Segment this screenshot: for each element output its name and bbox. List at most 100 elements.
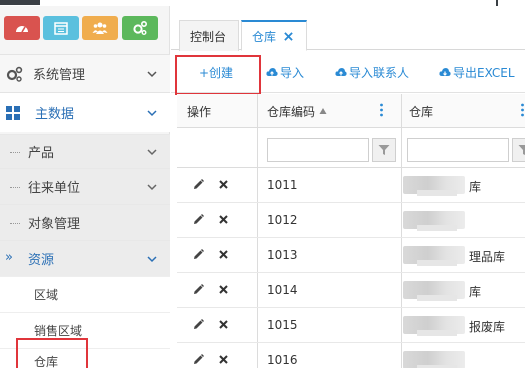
shortcut-cogs-button[interactable]	[122, 16, 158, 40]
tree-line	[10, 186, 20, 188]
filter-icon	[378, 145, 390, 155]
redacted-text	[417, 225, 457, 231]
chevron-down-icon	[147, 70, 157, 77]
tab-warehouse-label: 仓库	[252, 29, 277, 44]
nav-partners[interactable]: 往来单位	[0, 168, 170, 204]
warehouse-code-cell: 1012	[267, 213, 298, 227]
pencil-icon[interactable]	[193, 319, 204, 330]
pencil-icon[interactable]	[193, 214, 204, 225]
pencil-icon[interactable]	[193, 284, 204, 295]
delete-icon[interactable]	[219, 250, 228, 259]
nav-object-management[interactable]: 对象管理	[0, 204, 170, 240]
column-header-warehouse[interactable]: 仓库	[409, 94, 433, 128]
sort-asc-icon	[319, 108, 327, 114]
column-header-actions: 操作	[187, 94, 211, 128]
nav-object-management-label: 对象管理	[28, 217, 81, 232]
shortcut-dashboard-button[interactable]	[4, 16, 40, 40]
warehouse-filter-button[interactable]	[512, 138, 525, 162]
redacted-text	[417, 260, 457, 266]
tab-console[interactable]: 控制台	[179, 20, 239, 51]
warehouse-name-cell: 库	[469, 285, 482, 299]
tab-bar: 控制台 仓库	[171, 16, 525, 51]
grid-header: 操作 仓库编码 仓库	[177, 94, 525, 128]
shortcut-calendar-button[interactable]	[43, 16, 79, 40]
nav-system-management[interactable]: 系统管理	[0, 54, 170, 92]
table-row[interactable]: 1011 库	[177, 168, 525, 203]
chevron-down-icon	[147, 183, 157, 190]
main-content: 控制台 仓库 +创建 导入 导入联系人 导出EXCEL 操作 仓库编码 仓库 1…	[171, 6, 525, 368]
chevron-down-icon	[147, 109, 157, 116]
chevron-down-icon	[147, 255, 157, 262]
filter-row	[177, 128, 525, 168]
table-row[interactable]: 1016	[177, 343, 525, 368]
warehouse-filter-input[interactable]	[407, 138, 509, 162]
warehouse-name-cell: 库	[469, 180, 482, 194]
column-header-code[interactable]: 仓库编码	[267, 94, 327, 128]
filter-icon	[518, 145, 525, 155]
nav-area-label: 区域	[34, 288, 59, 302]
highlight-box-warehouse	[16, 338, 88, 368]
nav-system-management-label: 系统管理	[33, 68, 86, 83]
column-header-actions-label: 操作	[187, 104, 212, 119]
cloud-upload-icon	[335, 68, 347, 76]
cloud-download-icon	[439, 68, 451, 76]
column-header-code-label: 仓库编码	[267, 104, 316, 119]
table-row[interactable]: 1013 理品库	[177, 238, 525, 273]
raquo-icon: »	[5, 250, 13, 265]
delete-icon[interactable]	[219, 180, 228, 189]
tab-warehouse[interactable]: 仓库	[241, 20, 307, 51]
column-menu-icon[interactable]	[380, 103, 383, 117]
warehouse-code-cell: 1011	[267, 178, 298, 192]
table-row[interactable]: 1014 库	[177, 273, 525, 308]
nav-area[interactable]: 区域	[0, 276, 170, 312]
export-excel-button[interactable]: 导出EXCEL	[439, 61, 515, 83]
nav-sales-area-label: 销售区域	[34, 324, 83, 338]
calendar-icon	[54, 22, 68, 35]
pencil-icon[interactable]	[193, 179, 204, 190]
column-header-warehouse-label: 仓库	[409, 104, 434, 119]
import-button-label: 导入	[280, 65, 305, 80]
redacted-text	[417, 190, 457, 196]
tree-line	[10, 222, 20, 224]
cogs-icon	[6, 66, 23, 82]
cogs-icon	[133, 20, 148, 35]
top-bar-dark-segment	[0, 0, 40, 5]
code-filter-input[interactable]	[267, 138, 369, 162]
nav-resources-label: 资源	[28, 253, 55, 268]
delete-icon[interactable]	[219, 285, 228, 294]
grid-icon	[6, 105, 20, 120]
delete-icon[interactable]	[219, 355, 228, 364]
delete-icon[interactable]	[219, 215, 228, 224]
warehouse-code-cell: 1016	[267, 353, 298, 367]
pencil-icon[interactable]	[193, 249, 204, 260]
shortcut-users-button[interactable]	[82, 16, 118, 40]
table-row[interactable]: 1012	[177, 203, 525, 238]
nav-resources[interactable]: » 资源	[0, 240, 170, 276]
import-contacts-button-label: 导入联系人	[349, 65, 410, 80]
close-icon[interactable]	[284, 31, 293, 41]
warehouse-code-cell: 1013	[267, 248, 298, 262]
import-contacts-button[interactable]: 导入联系人	[335, 61, 409, 83]
redacted-text	[417, 330, 457, 336]
warehouse-name-cell: 理品库	[469, 250, 506, 264]
import-button[interactable]: 导入	[266, 61, 304, 83]
delete-icon[interactable]	[219, 320, 228, 329]
chevron-down-icon	[147, 148, 157, 155]
nav-product-label: 产品	[28, 146, 55, 161]
column-menu-icon[interactable]	[521, 103, 524, 117]
export-excel-button-label: 导出EXCEL	[453, 65, 515, 80]
tab-console-label: 控制台	[190, 29, 227, 44]
warehouse-code-cell: 1015	[267, 318, 298, 332]
nav-master-data[interactable]: 主数据	[0, 92, 170, 132]
table-row[interactable]: 1015 报废库	[177, 308, 525, 343]
code-filter-button[interactable]	[372, 138, 396, 162]
warehouse-name-cell: 报废库	[469, 320, 506, 334]
tree-line	[10, 151, 20, 153]
nav-product[interactable]: 产品	[0, 134, 170, 168]
dashboard-icon	[16, 26, 28, 33]
sidebar: 系统管理 主数据 产品 往来单位 对象管理 » 资源 区域 销售区域 仓库	[0, 6, 170, 368]
redacted-text	[417, 295, 457, 301]
highlight-box-create	[175, 55, 261, 95]
nav-master-data-label: 主数据	[35, 107, 75, 122]
pencil-icon[interactable]	[193, 354, 204, 365]
